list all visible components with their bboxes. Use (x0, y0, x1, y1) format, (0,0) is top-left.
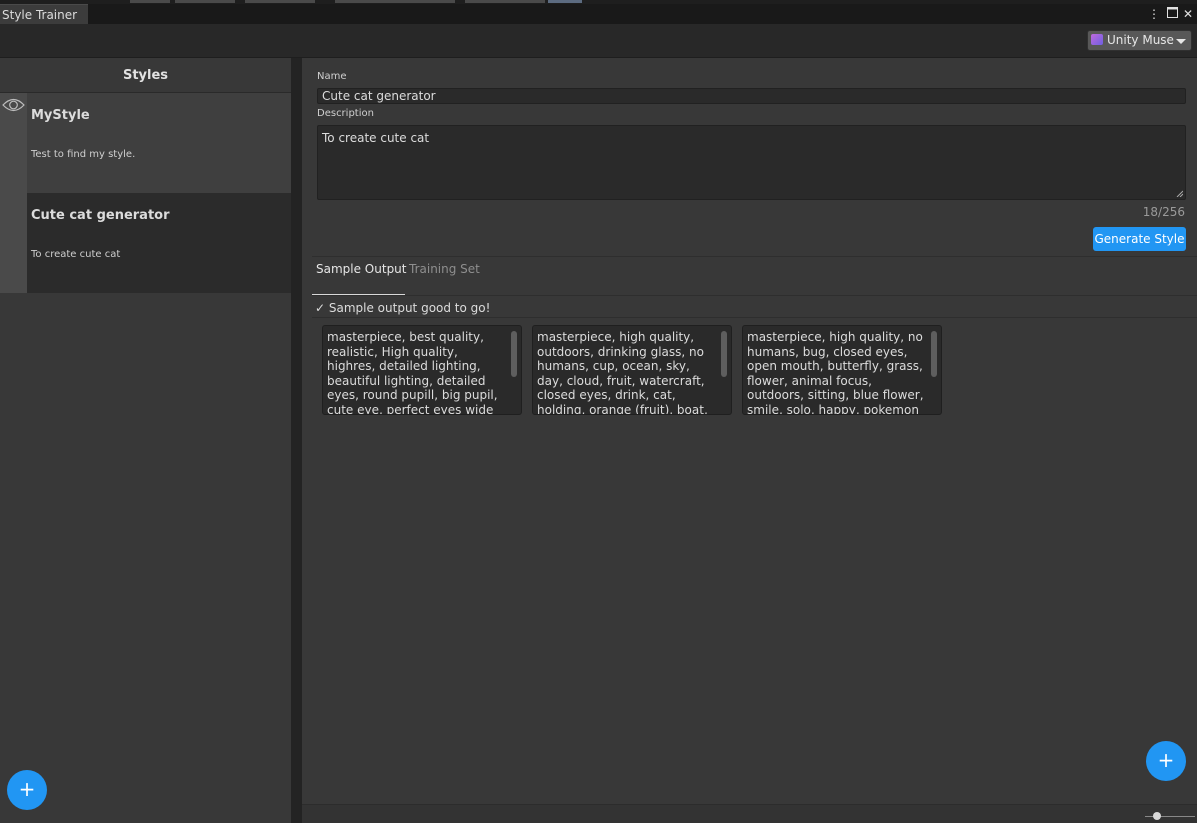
description-label: Description (317, 108, 374, 119)
scrollbar[interactable] (931, 331, 937, 377)
close-icon[interactable]: ✕ (1181, 6, 1195, 22)
name-label: Name (317, 71, 347, 82)
divider (312, 317, 1197, 318)
scrollbar[interactable] (511, 331, 517, 377)
sample-prompt: masterpiece, high quality, outdoors, dri… (537, 330, 708, 415)
style-details-panel: Name Cute cat generator Description To c… (302, 61, 1197, 823)
muse-label: Unity Muse (1107, 33, 1174, 47)
muse-logo-icon (1091, 34, 1103, 45)
sample-card[interactable]: masterpiece, best quality, realistic, Hi… (322, 325, 522, 415)
tab-sample-output[interactable]: Sample Output (316, 262, 407, 276)
tab-training-set[interactable]: Training Set (409, 262, 480, 276)
toolbar-fragment (130, 0, 170, 3)
toolbar-fragment (465, 0, 545, 3)
style-gutter (0, 93, 27, 193)
sample-card[interactable]: masterpiece, high quality, no humans, bu… (742, 325, 942, 415)
style-title: Cute cat generator (31, 208, 170, 223)
sample-card[interactable]: masterpiece, high quality, outdoors, dri… (532, 325, 732, 415)
add-style-button[interactable]: + (7, 770, 47, 810)
toolbar: Unity Muse (0, 24, 1197, 58)
styles-header: Styles (0, 61, 291, 93)
maximize-icon[interactable] (1165, 6, 1179, 22)
toolbar-fragment (335, 0, 455, 3)
divider (312, 295, 1197, 296)
style-gutter (0, 193, 27, 293)
description-field[interactable]: To create cute cat (317, 125, 1186, 200)
footer-bar (302, 804, 1197, 823)
resize-handle-icon[interactable] (1176, 190, 1183, 197)
sample-prompt: masterpiece, best quality, realistic, Hi… (327, 330, 498, 415)
style-item-cute-cat[interactable]: Cute cat generator To create cute cat (0, 193, 291, 293)
style-description: To create cute cat (31, 249, 121, 260)
char-counter: 18/256 (1142, 205, 1185, 219)
description-text: To create cute cat (322, 131, 430, 145)
toolbar-fragment (175, 0, 235, 3)
style-body: MyStyle Test to find my style. (27, 93, 291, 193)
style-description: Test to find my style. (31, 149, 136, 160)
styles-panel: Styles MyStyle Test to find my style. Cu… (0, 61, 291, 823)
style-trainer-tab[interactable]: Style Trainer (0, 4, 88, 24)
chevron-down-icon (1176, 39, 1186, 44)
toolbar-fragment (548, 0, 582, 3)
zoom-slider-handle[interactable] (1153, 812, 1161, 820)
toolbar-fragment (245, 0, 315, 3)
status-message: ✓ Sample output good to go! (315, 301, 491, 315)
scrollbar[interactable] (721, 331, 727, 377)
style-title: MyStyle (31, 108, 90, 123)
add-sample-button[interactable]: + (1146, 741, 1186, 781)
style-item-mystyle[interactable]: MyStyle Test to find my style. (0, 93, 291, 193)
divider (312, 256, 1197, 257)
window-tab-bar: Style Trainer ⋮ ✕ (0, 4, 1197, 24)
eye-icon[interactable] (1, 95, 26, 115)
panel-splitter[interactable] (291, 58, 302, 823)
generate-style-button[interactable]: Generate Style (1093, 227, 1186, 251)
more-options-icon[interactable]: ⋮ (1147, 6, 1161, 22)
name-field[interactable]: Cute cat generator (317, 88, 1186, 104)
sample-prompt: masterpiece, high quality, no humans, bu… (747, 330, 924, 415)
style-body: Cute cat generator To create cute cat (27, 193, 291, 293)
unity-muse-dropdown[interactable]: Unity Muse (1087, 30, 1192, 51)
